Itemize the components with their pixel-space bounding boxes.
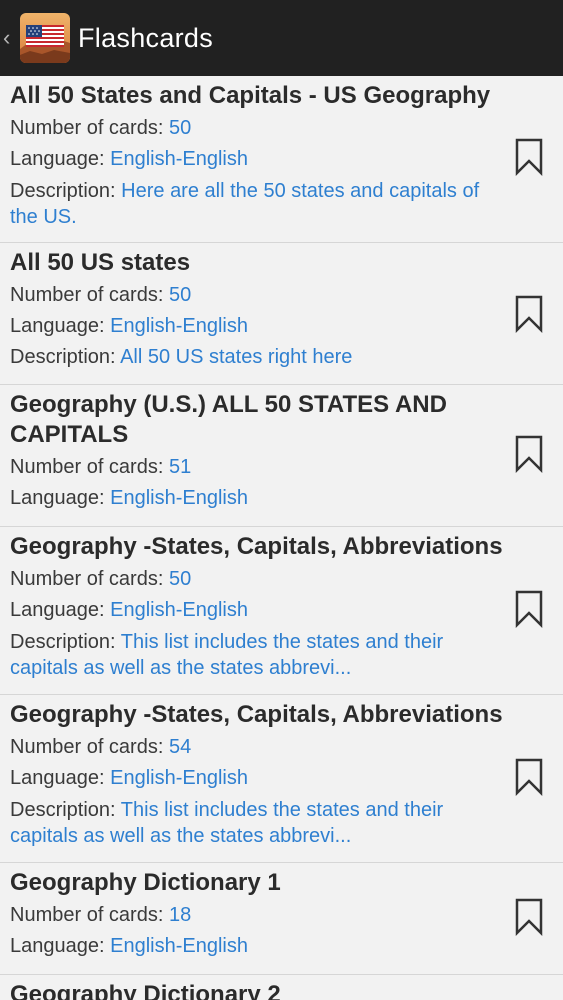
cards-value: 51	[168, 456, 192, 478]
language-row: Language: English-English	[10, 483, 503, 514]
list-item[interactable]: Geography -States, Capitals, Abbreviatio…	[0, 527, 563, 695]
cards-count-row: Number of cards: 18	[10, 900, 503, 931]
bookmark-icon[interactable]	[515, 435, 543, 473]
chevron-left-icon[interactable]: ‹	[3, 26, 15, 50]
item-title: All 50 US states	[10, 249, 191, 276]
action-bar: ‹ Flashcards	[0, 0, 563, 76]
cards-value: 50	[168, 284, 192, 306]
cards-label: Number of cards:	[10, 568, 169, 590]
bookmark-icon[interactable]	[515, 898, 543, 936]
cards-label: Number of cards:	[10, 284, 169, 306]
list-item[interactable]: Geography (U.S.) ALL 50 STATES AND CAPIT…	[0, 385, 563, 527]
bookmark-icon[interactable]	[515, 138, 543, 176]
cards-value: 18	[168, 904, 192, 926]
language-value: English-English	[110, 767, 248, 789]
list-item[interactable]: Geography -States, Capitals, Abbreviatio…	[0, 695, 563, 863]
cards-label: Number of cards:	[10, 904, 169, 926]
cards-count-row: Number of cards: 54	[10, 732, 503, 763]
description-label: Description:	[10, 631, 121, 653]
language-label: Language:	[10, 935, 111, 957]
cards-count-row: Number of cards: 50	[10, 564, 503, 595]
item-title: All 50 States and Capitals - US Geograph…	[10, 82, 491, 109]
language-row: Language: English-English	[10, 595, 503, 626]
language-row: Language: English-English	[10, 311, 503, 342]
cards-label: Number of cards:	[10, 736, 169, 758]
bookmark-icon[interactable]	[515, 758, 543, 796]
list-item[interactable]: All 50 States and Capitals - US Geograph…	[0, 76, 563, 243]
language-label: Language:	[10, 599, 111, 621]
item-title: Geography -States, Capitals, Abbreviatio…	[10, 701, 503, 728]
item-title: Geography Dictionary 2	[10, 981, 281, 1000]
description-row: Description: This list includes the stat…	[10, 629, 503, 681]
cards-label: Number of cards:	[10, 456, 169, 478]
language-row: Language: English-English	[10, 763, 503, 794]
language-value: English-English	[110, 487, 248, 509]
language-label: Language:	[10, 315, 111, 337]
flashcard-list: All 50 States and Capitals - US Geograph…	[0, 76, 563, 1000]
language-value: English-English	[110, 599, 248, 621]
item-title: Geography Dictionary 1	[10, 869, 281, 896]
cards-value: 54	[168, 736, 192, 758]
cards-label: Number of cards:	[10, 117, 169, 139]
item-title: Geography -States, Capitals, Abbreviatio…	[10, 533, 503, 560]
description-value: All 50 US states right here	[120, 346, 353, 368]
description-label: Description:	[10, 799, 121, 821]
language-label: Language:	[10, 767, 111, 789]
cards-count-row: Number of cards: 50	[10, 113, 503, 144]
language-row: Language: English-English	[10, 931, 503, 962]
language-value: English-English	[110, 148, 248, 170]
cards-count-row: Number of cards: 50	[10, 280, 503, 311]
description-row: Description: All 50 US states right here	[10, 342, 503, 373]
app-root: ‹ Flashcards All 50 States and Capitals …	[0, 0, 563, 1000]
page-title: Flashcards	[78, 23, 214, 53]
language-row: Language: English-English	[10, 144, 503, 175]
language-label: Language:	[10, 148, 111, 170]
bookmark-icon[interactable]	[515, 590, 543, 628]
language-value: English-English	[110, 315, 248, 337]
list-item[interactable]: Geography Dictionary 1 Number of cards: …	[0, 863, 563, 975]
cards-value: 50	[168, 568, 192, 590]
description-row: Description: This list includes the stat…	[10, 797, 503, 849]
us-flag-canyon-icon[interactable]	[20, 13, 70, 63]
description-row: Description: Here are all the 50 states …	[10, 178, 503, 230]
language-value: English-English	[110, 935, 248, 957]
list-item[interactable]: All 50 US states Number of cards: 50 Lan…	[0, 243, 563, 385]
cards-value: 50	[168, 117, 192, 139]
list-item[interactable]: Geography Dictionary 2	[0, 975, 563, 1000]
description-label: Description:	[10, 180, 122, 202]
description-label: Description:	[10, 346, 121, 368]
bookmark-icon[interactable]	[515, 295, 543, 333]
language-label: Language:	[10, 487, 111, 509]
item-title: Geography (U.S.) ALL 50 STATES AND CAPIT…	[10, 391, 447, 448]
cards-count-row: Number of cards: 51	[10, 452, 503, 483]
